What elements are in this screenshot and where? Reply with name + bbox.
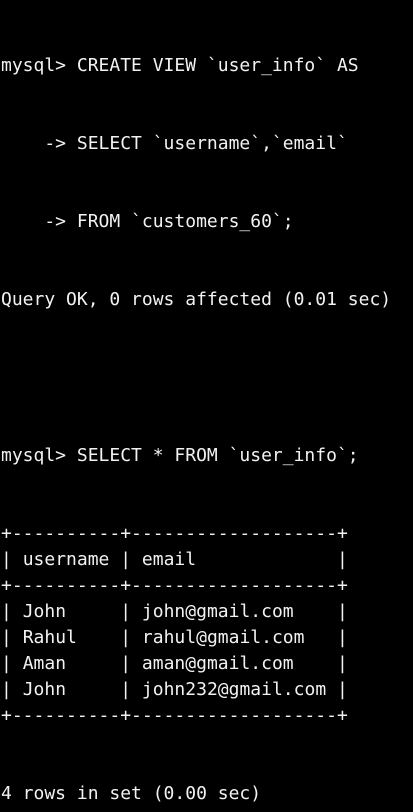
select-command-line: mysql> SELECT * FROM `user_info`;: [1, 443, 413, 469]
table-cell: rahul@gmail.com: [141, 627, 305, 648]
table-row: | John | john232@gmail.com |: [1, 679, 348, 700]
command-text: CREATE VIEW `user_info` AS: [76, 55, 359, 76]
continuation-prompt: ->: [1, 211, 77, 232]
table-header: | username | email |: [1, 549, 348, 570]
table-row: | Rahul | rahul@gmail.com |: [1, 627, 348, 648]
create-result: Query OK, 0 rows affected (0.01 sec): [1, 289, 392, 310]
table-cell: John: [22, 601, 67, 622]
continuation-prompt: ->: [1, 133, 77, 154]
create-command-line-3: -> FROM `customers_60`;: [1, 209, 413, 235]
command-text: FROM `customers_60`;: [76, 211, 294, 232]
table-border: +----------+-------------------+: [1, 705, 348, 726]
select-result: 4 rows in set (0.00 sec): [1, 783, 262, 804]
table-border: +----------+-------------------+: [1, 523, 348, 544]
table-row: | John | john@gmail.com |: [1, 601, 348, 622]
table-row: | Aman | aman@gmail.com |: [1, 653, 348, 674]
table-cell: john@gmail.com: [141, 601, 294, 622]
create-command-line-2: -> SELECT `username`,`email`: [1, 131, 413, 157]
terminal-window[interactable]: mysql> CREATE VIEW `user_info` AS -> SEL…: [0, 0, 413, 812]
prompt: mysql>: [1, 55, 77, 76]
prompt: mysql>: [1, 445, 77, 466]
column-header: email: [141, 549, 197, 570]
table-cell: john232@gmail.com: [141, 679, 327, 700]
table-border: +----------+-------------------+: [1, 575, 348, 596]
table-cell: aman@gmail.com: [141, 653, 294, 674]
table-cell: Aman: [22, 653, 67, 674]
command-text: SELECT `username`,`email`: [76, 133, 348, 154]
column-header: username: [22, 549, 110, 570]
table-cell: Rahul: [22, 627, 77, 648]
create-command-line-1: mysql> CREATE VIEW `user_info` AS: [1, 53, 413, 79]
command-text: SELECT * FROM `user_info`;: [76, 445, 359, 466]
result-table: +----------+-------------------+ | userna…: [1, 521, 413, 729]
table-cell: John: [22, 679, 67, 700]
